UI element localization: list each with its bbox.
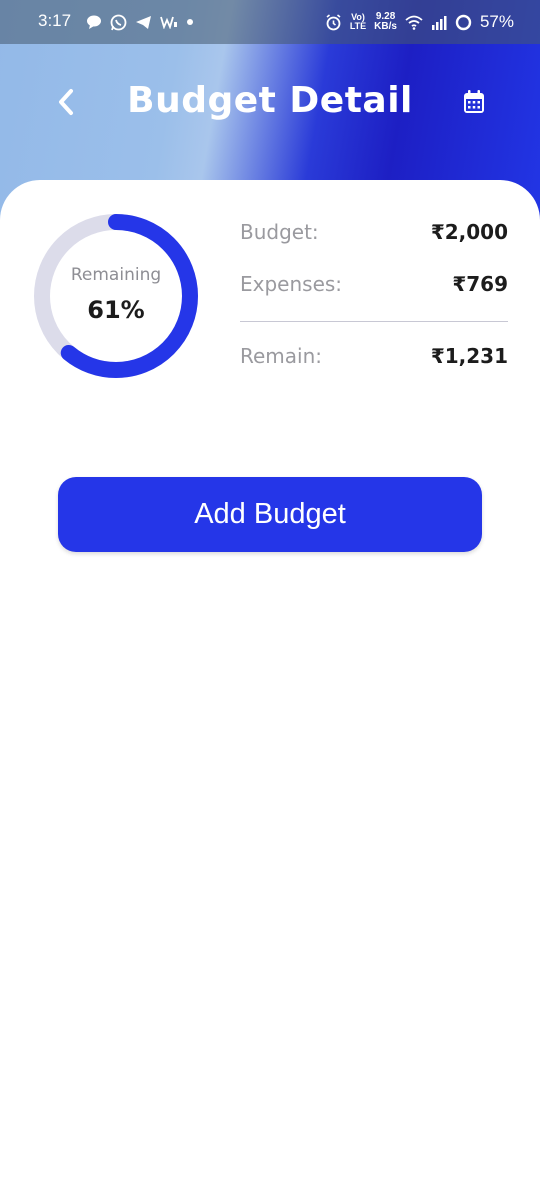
- divider: [240, 321, 508, 322]
- telegram-icon: [135, 13, 152, 31]
- calendar-icon: [462, 89, 486, 115]
- expenses-row: Expenses: ₹769: [240, 272, 508, 296]
- battery-ring-icon: [455, 13, 472, 31]
- add-budget-button[interactable]: Add Budget: [58, 477, 482, 552]
- remain-row: Remain: ₹1,231: [240, 344, 508, 368]
- chat-bubble-icon: [86, 13, 102, 31]
- signal-icon: [431, 13, 447, 31]
- volte-bottom-text: LTE: [349, 21, 367, 31]
- remain-value: ₹1,231: [430, 344, 508, 368]
- net-speed: 9.28 KB/s: [374, 12, 397, 32]
- volte-icon: Vo) LTE: [350, 13, 366, 31]
- remaining-ring: Remaining 61%: [32, 212, 200, 380]
- ring-label: Remaining: [70, 265, 162, 285]
- dot-icon: [186, 13, 194, 31]
- status-time: 3:17: [38, 11, 72, 30]
- remain-label: Remain:: [240, 344, 323, 368]
- battery-percent: 57%: [479, 12, 514, 31]
- whatsapp-icon: [110, 13, 127, 31]
- ring-percent: 61%: [87, 296, 145, 324]
- status-bar: 3:17 Vo) LTE 9.28 KB/s 57%: [0, 0, 540, 44]
- calendar-button[interactable]: [458, 86, 490, 118]
- net-speed-unit: KB/s: [374, 21, 397, 32]
- expenses-label: Expenses:: [240, 272, 343, 296]
- budget-value: ₹2,000: [430, 220, 508, 244]
- alarm-icon: [325, 13, 342, 31]
- budget-label: Budget:: [240, 220, 319, 244]
- w-app-icon: [160, 13, 178, 31]
- system-icons: Vo) LTE 9.28 KB/s 57%: [325, 9, 514, 35]
- wifi-icon: [405, 13, 423, 31]
- expenses-value: ₹769: [452, 272, 508, 296]
- budget-row: Budget: ₹2,000: [240, 220, 508, 244]
- notification-icons: [86, 12, 194, 32]
